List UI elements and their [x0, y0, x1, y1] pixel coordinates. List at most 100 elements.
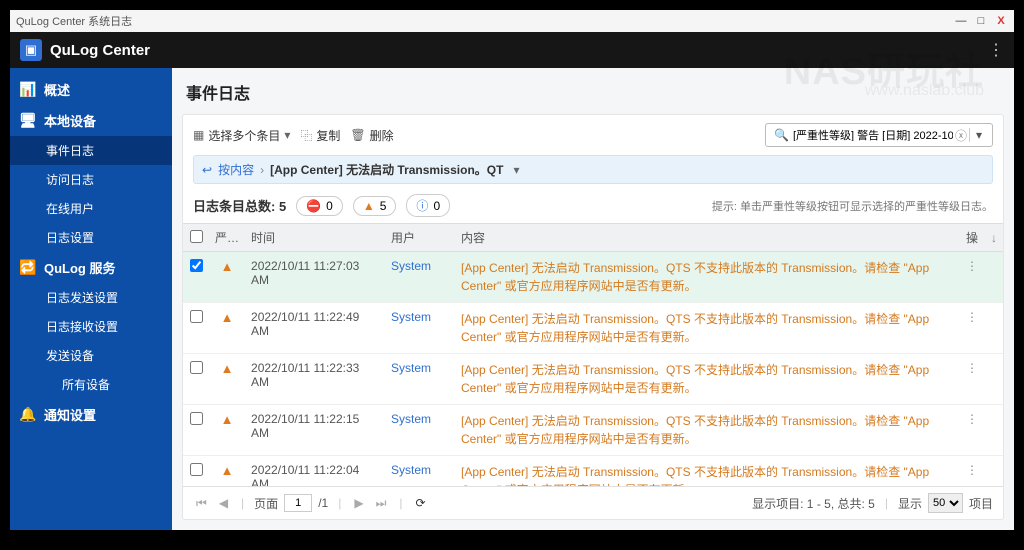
trash-icon: 🗑 — [350, 128, 365, 142]
sidebar-label: QuLog 服务 — [44, 258, 116, 277]
sidebar-item-all-devices[interactable]: 所有设备 — [10, 370, 172, 399]
row-time: 2022/10/11 11:22:33 AM — [245, 354, 385, 405]
sidebar-item-overview[interactable]: 📊 概述 — [10, 74, 172, 105]
service-icon: 🔁 — [20, 260, 36, 276]
chevron-down-icon: ▾ — [284, 128, 290, 142]
device-icon: 🖥 — [20, 113, 36, 129]
app-title: QuLog Center — [50, 42, 150, 59]
filter-info-pill[interactable]: ⓘ 0 — [406, 194, 450, 217]
row-user-link[interactable]: System — [391, 310, 431, 324]
copy-icon: ⿻ — [300, 127, 312, 144]
sidebar-item-access-log[interactable]: 访问日志 — [10, 165, 172, 194]
filter-warn-pill[interactable]: ▲ 5 — [353, 196, 397, 216]
clear-search-button[interactable]: ⓧ — [955, 127, 967, 144]
row-menu-button[interactable]: ⋮ — [966, 310, 978, 324]
close-button[interactable]: X — [994, 15, 1008, 27]
search-input[interactable] — [793, 129, 953, 141]
select-all-checkbox[interactable] — [190, 230, 203, 243]
pager-items-label: 项目 — [969, 495, 993, 512]
sidebar-item-local[interactable]: 🖥 本地设备 — [10, 105, 172, 136]
row-user-link[interactable]: System — [391, 412, 431, 426]
row-checkbox[interactable] — [190, 310, 203, 323]
row-checkbox[interactable] — [190, 412, 203, 425]
window-title: QuLog Center 系统日志 — [16, 13, 132, 29]
col-checkbox[interactable] — [183, 224, 209, 252]
select-multiple-button[interactable]: ▦ 选择多个条目 ▾ — [193, 127, 290, 144]
search-box[interactable]: 🔍 ⓧ ▾ — [765, 123, 993, 147]
sidebar-item-event-log[interactable]: 事件日志 — [10, 136, 172, 165]
row-menu-button[interactable]: ⋮ — [966, 463, 978, 477]
col-content[interactable]: 内容 — [455, 224, 959, 252]
row-user-link[interactable]: System — [391, 463, 431, 477]
page-size-select[interactable]: 50 — [928, 493, 963, 513]
row-menu-button[interactable]: ⋮ — [966, 361, 978, 375]
col-severity[interactable]: 严… — [209, 224, 245, 252]
filter-back-button[interactable]: ↩ — [202, 163, 212, 177]
col-time[interactable]: 时间 — [245, 224, 385, 252]
delete-button[interactable]: 🗑 删除 — [350, 127, 393, 144]
pager-total-pages: /1 — [318, 496, 328, 510]
pager-page-label: 页面 — [254, 495, 278, 512]
row-menu-button[interactable]: ⋮ — [966, 412, 978, 426]
filter-crumb: [App Center] 无法启动 Transmission。QT — [270, 161, 503, 178]
sidebar-item-qulog-service[interactable]: 🔁 QuLog 服务 — [10, 252, 172, 283]
table-row[interactable]: ▲ 2022/10/11 11:22:49 AM System [App Center… — [183, 303, 1003, 354]
pager-summary: 显示项目: 1 - 5, 总共: 5 — [752, 495, 875, 512]
warning-icon: ▲ — [221, 259, 234, 274]
pager-refresh[interactable]: ⟳ — [413, 496, 429, 510]
table-row[interactable]: ▲2022/10/11 11:27:03 AMSystem[App Center… — [183, 252, 1003, 303]
page-title: 事件日志 — [172, 68, 1014, 114]
pager-next[interactable]: ▶ — [351, 496, 366, 510]
col-action[interactable]: 操 — [959, 224, 985, 252]
warning-icon: ▲ — [221, 310, 234, 325]
app-logo-icon: ▣ — [20, 39, 42, 61]
warning-icon: ▲ — [221, 412, 234, 427]
table-row[interactable]: ▲2022/10/11 11:22:15 AMSystem[App Center… — [183, 405, 1003, 456]
col-user[interactable]: 用户 — [385, 224, 455, 252]
pager-show-label: 显示 — [898, 495, 922, 512]
header-menu-button[interactable]: ⋮ — [988, 40, 1004, 60]
sidebar-item-notification[interactable]: 🔔 通知设置 — [10, 399, 172, 430]
table-row[interactable]: ▲ 2022/10/11 11:22:33 AM System [App Center… — [183, 354, 1003, 405]
filter-dropdown[interactable]: ▾ — [513, 163, 519, 177]
row-menu-button[interactable]: ⋮ — [966, 259, 978, 273]
row-checkbox[interactable] — [190, 259, 203, 272]
filter-error-pill[interactable]: ⛔ 0 — [296, 196, 343, 216]
bell-icon: 🔔 — [20, 407, 36, 423]
error-icon: ⛔ — [306, 199, 321, 213]
warning-icon: ▲ — [221, 361, 234, 376]
sidebar-item-online-users[interactable]: 在线用户 — [10, 194, 172, 223]
sidebar-item-send-settings[interactable]: 日志发送设置 — [10, 283, 172, 312]
row-checkbox[interactable] — [190, 463, 203, 476]
pager-last[interactable]: ⏭ — [373, 496, 390, 511]
sidebar-label: 概述 — [44, 80, 70, 99]
pager: ⏮ ◀ | 页面 /1 | ▶ ⏭ | ⟳ 显示项目: 1 - 5, 总共: 5… — [183, 486, 1003, 519]
warning-icon: ▲ — [221, 463, 234, 478]
row-content: [App Center] 无法启动 Transmission。QTS 不支持此版… — [461, 363, 929, 395]
pager-prev[interactable]: ◀ — [216, 496, 231, 510]
table-row[interactable]: ▲2022/10/11 11:22:04 AMSystem[App Center… — [183, 456, 1003, 487]
sidebar-item-recv-settings[interactable]: 日志接收设置 — [10, 312, 172, 341]
sidebar-item-log-settings[interactable]: 日志设置 — [10, 223, 172, 252]
maximize-button[interactable]: □ — [974, 15, 988, 27]
col-more[interactable]: ↓ — [985, 224, 1003, 252]
copy-button[interactable]: ⿻ 复制 — [300, 127, 340, 144]
row-checkbox[interactable] — [190, 361, 203, 374]
row-time: 2022/10/11 11:22:49 AM — [245, 303, 385, 354]
minimize-button[interactable]: — — [954, 15, 968, 27]
pager-page-input[interactable] — [284, 494, 312, 512]
filter-by-content-link[interactable]: 按内容 — [218, 161, 254, 178]
sidebar-item-send-device[interactable]: 发送设备 — [10, 341, 172, 370]
window-titlebar: QuLog Center 系统日志 — □ X — [10, 10, 1014, 32]
row-content: [App Center] 无法启动 Transmission。QTS 不支持此版… — [461, 465, 929, 486]
search-dropdown-button[interactable]: ▾ — [969, 128, 988, 142]
sidebar-label: 本地设备 — [44, 111, 96, 130]
row-time: 2022/10/11 11:22:15 AM — [245, 405, 385, 456]
row-content: [App Center] 无法启动 Transmission。QTS 不支持此版… — [461, 312, 929, 344]
row-user-link[interactable]: System — [391, 361, 431, 375]
pager-first[interactable]: ⏮ — [193, 496, 210, 511]
app-header: ▣ QuLog Center ⋮ — [10, 32, 1014, 68]
row-user-link[interactable]: System — [391, 259, 431, 273]
warning-icon: ▲ — [363, 199, 375, 213]
search-icon: 🔍 — [774, 128, 789, 142]
